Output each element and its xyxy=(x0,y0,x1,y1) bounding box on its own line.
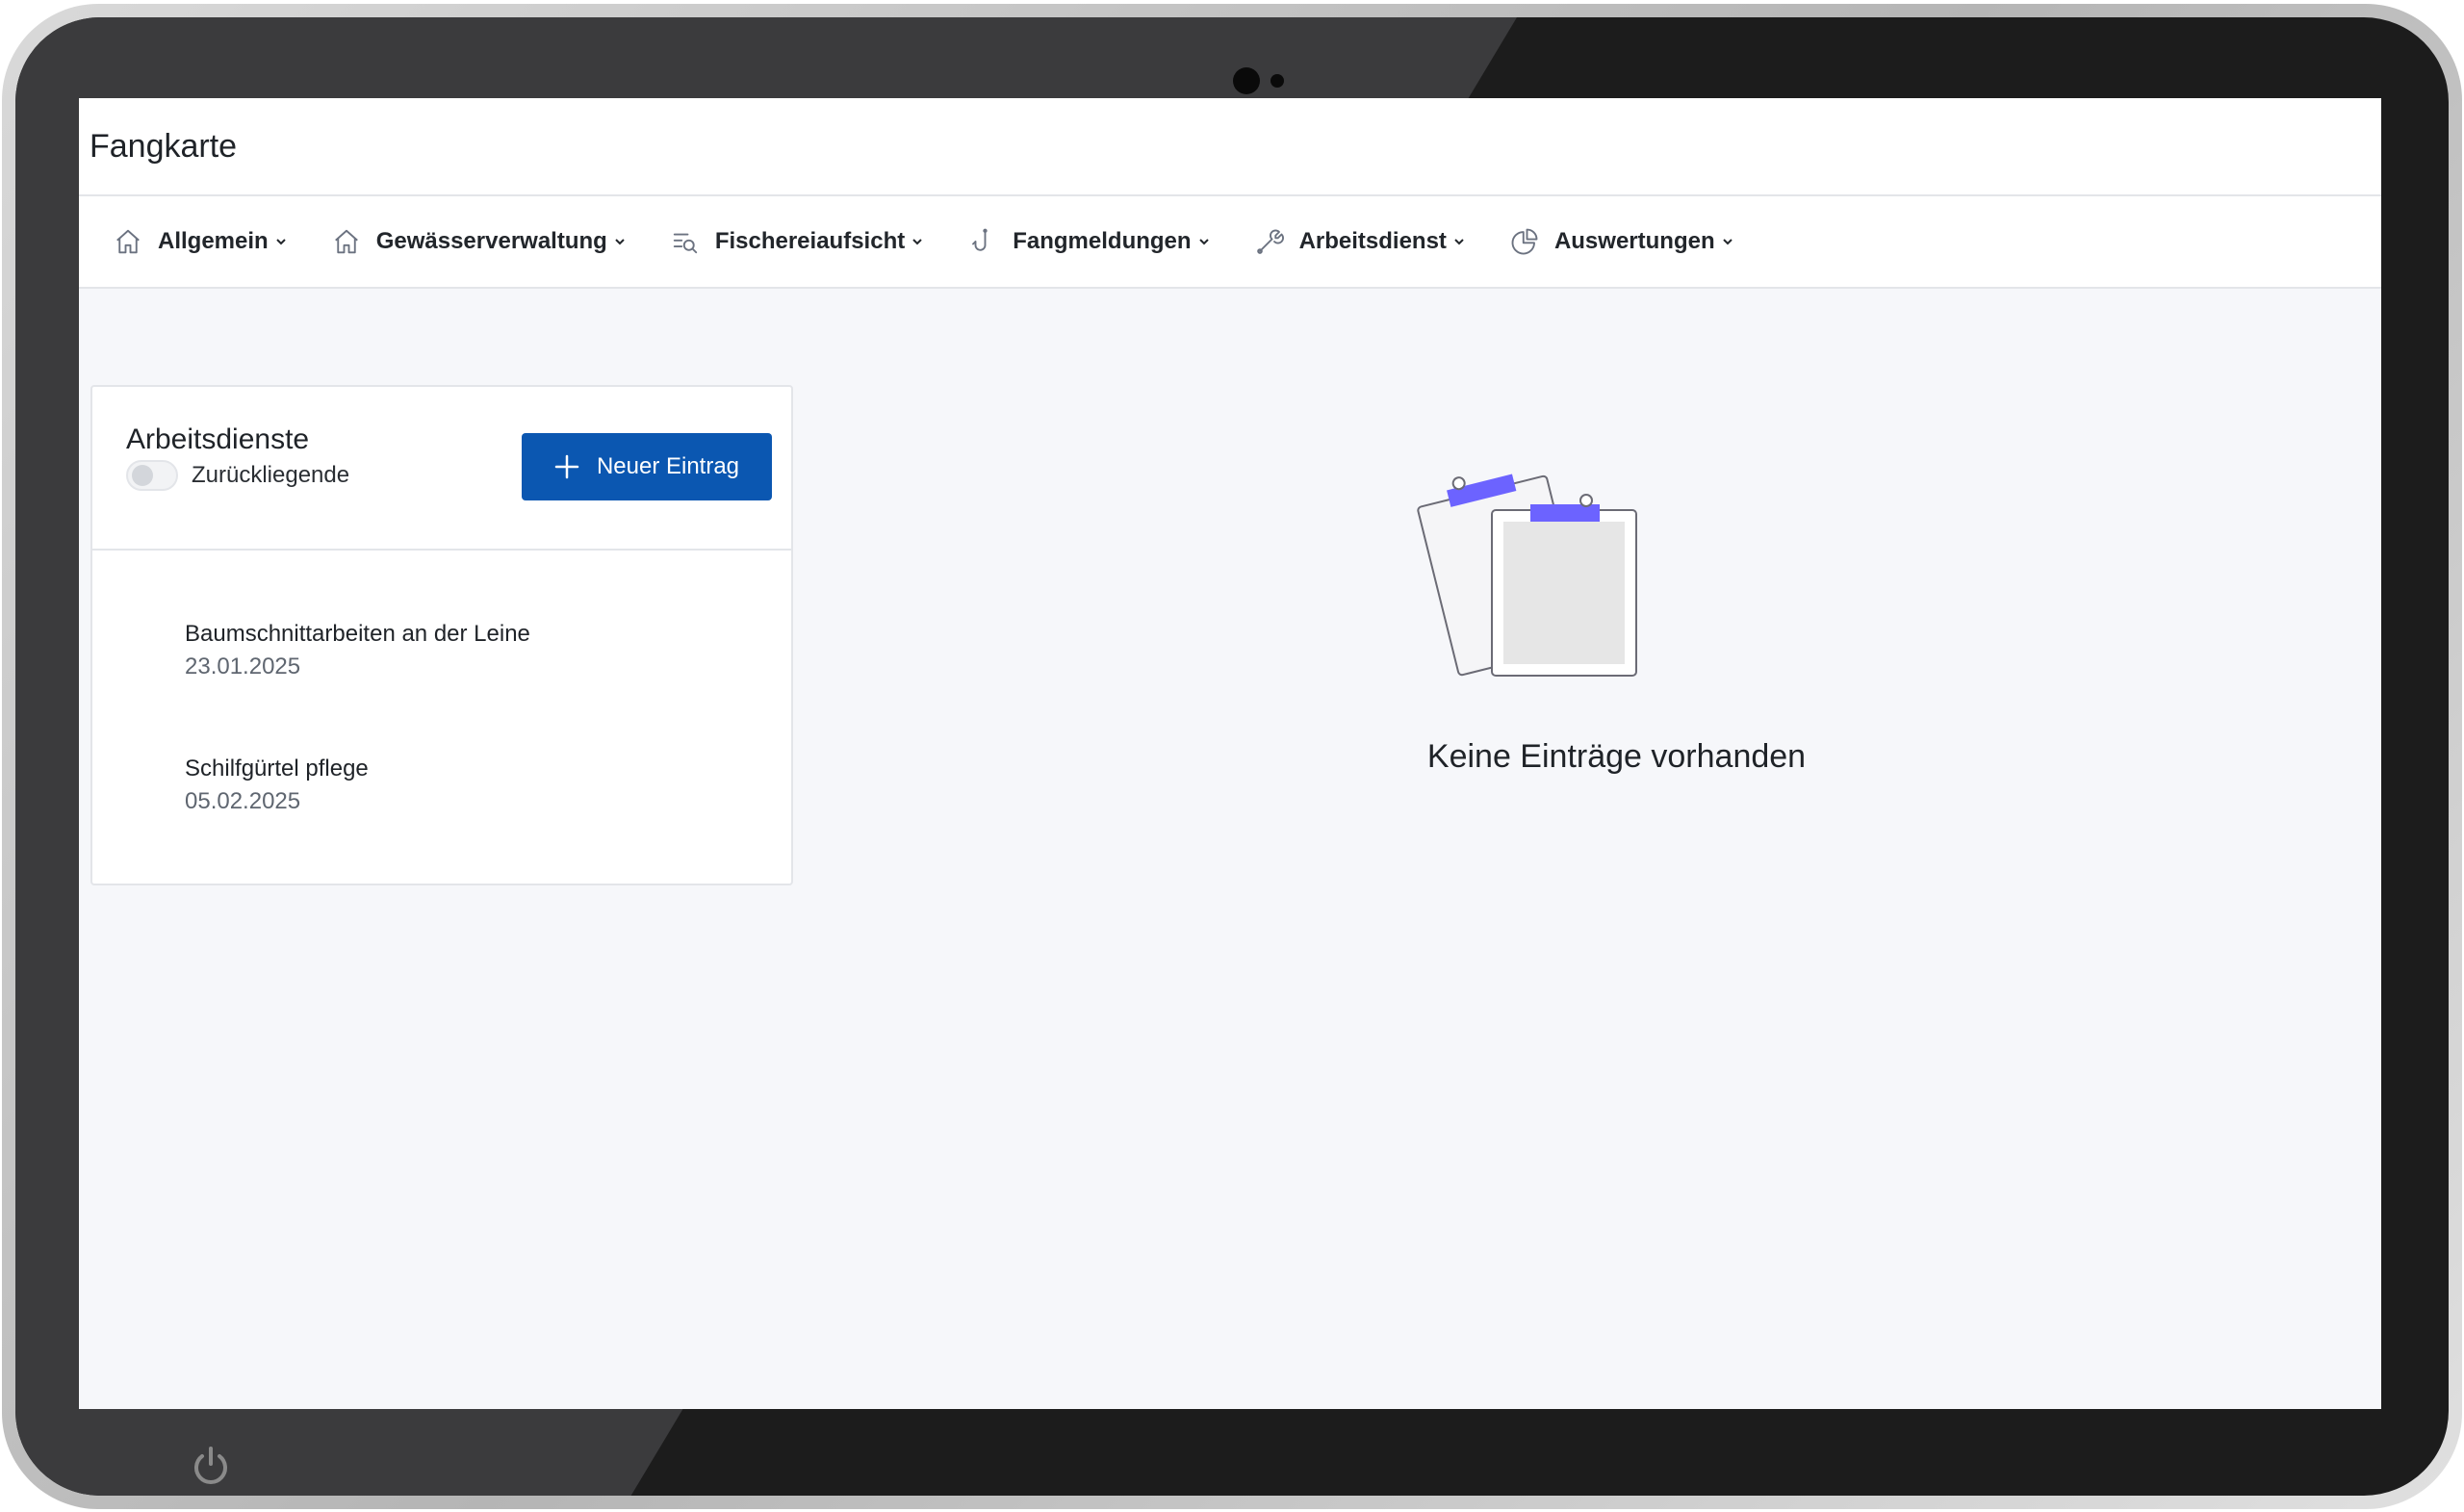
new-entry-button[interactable]: Neuer Eintrag xyxy=(522,433,772,500)
nav-label: Fangmeldungen xyxy=(1013,228,1192,254)
list-item[interactable]: Schilfgürtel pflege 05.02.2025 xyxy=(185,753,369,818)
new-entry-button-label: Neuer Eintrag xyxy=(596,453,740,479)
chevron-down-icon xyxy=(615,239,625,245)
chevron-down-icon xyxy=(1454,239,1464,245)
chevron-down-icon xyxy=(1198,239,1209,245)
power-icon[interactable] xyxy=(192,1445,230,1487)
home-icon xyxy=(112,225,144,258)
nav-label: Fischereiaufsicht xyxy=(714,228,906,254)
nav-item-fischereiaufsicht[interactable]: Fischereiaufsicht xyxy=(669,225,924,258)
list-item[interactable]: Baumschnittarbeiten an der Leine 23.01.2… xyxy=(185,618,530,683)
card-title: Arbeitsdienste xyxy=(126,423,310,455)
fishing-hook-icon xyxy=(966,225,999,258)
clipboards-illustration xyxy=(1417,474,1637,677)
tool-icon xyxy=(1253,225,1286,258)
card-header: Arbeitsdienste Zurückliegende Neuer Eint… xyxy=(92,387,791,551)
nav-item-fangmeldungen[interactable]: Fangmeldungen xyxy=(966,225,1210,258)
tablet-frame: Fangkarte Allgemein Gewässerverwaltung F… xyxy=(2,4,2462,1509)
nav-item-gewaesserverwaltung[interactable]: Gewässerverwaltung xyxy=(330,225,627,258)
entry-date: 23.01.2025 xyxy=(185,653,301,679)
home-icon xyxy=(330,225,363,258)
nav-label: Auswertungen xyxy=(1553,228,1715,254)
empty-state-text: Keine Einträge vorhanden xyxy=(1426,738,1807,775)
past-entries-toggle-row: Zurückliegende xyxy=(126,460,349,491)
nav-label: Allgemein xyxy=(158,228,269,254)
front-camera xyxy=(1233,67,1260,94)
camera-sensor xyxy=(1270,74,1284,88)
arbeitsdienste-card: Arbeitsdienste Zurückliegende Neuer Eint… xyxy=(90,385,793,885)
chevron-down-icon xyxy=(912,239,922,245)
toggle-knob xyxy=(132,465,153,486)
entry-title: Baumschnittarbeiten an der Leine xyxy=(185,621,530,647)
app-header: Fangkarte xyxy=(79,98,2381,196)
nav-label: Arbeitsdienst xyxy=(1298,228,1447,254)
main-nav: Allgemein Gewässerverwaltung Fischereiau… xyxy=(79,196,2381,289)
past-entries-toggle[interactable] xyxy=(126,460,178,491)
app-screen: Fangkarte Allgemein Gewässerverwaltung F… xyxy=(79,98,2381,1409)
nav-item-auswertungen[interactable]: Auswertungen xyxy=(1508,225,1734,258)
nav-label: Gewässerverwaltung xyxy=(375,228,607,254)
pie-chart-icon xyxy=(1508,225,1541,258)
nav-item-allgemein[interactable]: Allgemein xyxy=(112,225,288,258)
entry-date: 05.02.2025 xyxy=(185,788,301,814)
toggle-label: Zurückliegende xyxy=(192,462,350,488)
plus-icon xyxy=(554,454,579,479)
chevron-down-icon xyxy=(275,239,286,245)
list-search-icon xyxy=(669,225,702,258)
app-title: Fangkarte xyxy=(90,127,238,165)
nav-item-arbeitsdienst[interactable]: Arbeitsdienst xyxy=(1253,225,1466,258)
chevron-down-icon xyxy=(1722,239,1732,245)
entry-title: Schilfgürtel pflege xyxy=(185,756,369,782)
